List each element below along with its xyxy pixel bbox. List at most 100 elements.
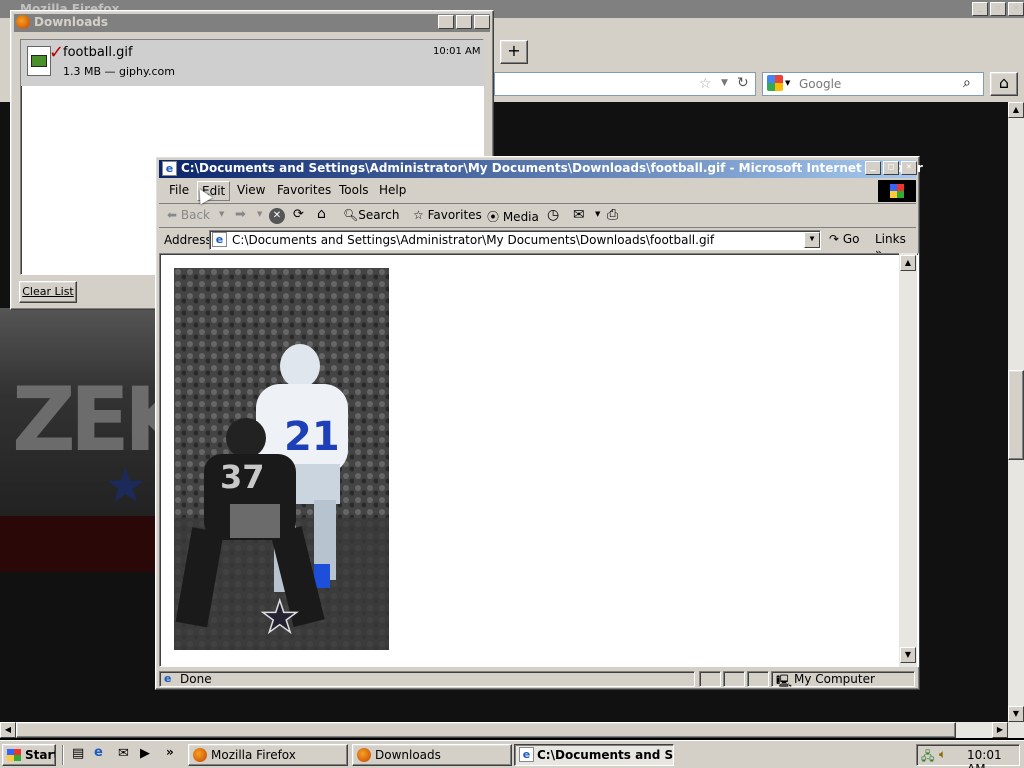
menu-file[interactable]: File [165, 183, 193, 197]
engine-dropdown-icon[interactable]: ▼ [785, 79, 790, 87]
task-firefox[interactable]: Mozilla Firefox [188, 744, 348, 766]
scroll-right-icon[interactable]: ▶ [992, 722, 1008, 738]
ie-window: e C:\Documents and Settings\Administrato… [155, 156, 923, 690]
address-label: Address [164, 233, 212, 247]
mail-icon[interactable]: ✉ [573, 207, 585, 223]
restore-icon[interactable]: ▫ [990, 2, 1006, 16]
search-button[interactable]: 🔍︎Search [343, 208, 399, 222]
network-icon[interactable]: 🖧︎ [921, 747, 934, 768]
status-text: Done [180, 672, 212, 686]
go-label: Go [842, 232, 860, 246]
clear-list-button[interactable]: Clear List [19, 281, 77, 303]
zone-label: My Computer [794, 672, 875, 686]
media-label: Media [502, 210, 539, 224]
windows-flag-icon [7, 749, 21, 761]
home-icon[interactable]: ⌂ [990, 72, 1018, 96]
home-icon[interactable]: ⌂ [317, 206, 326, 222]
downloads-title: Downloads [34, 15, 109, 29]
back-label: Back [180, 208, 211, 222]
dropdown-icon[interactable]: ▼ [721, 78, 728, 88]
ie-page-icon: e [162, 161, 177, 176]
firefox-search-bar[interactable]: ▼ Google ⌕ [762, 72, 984, 96]
google-icon[interactable] [767, 75, 783, 91]
background-poster: ZEK ★ [0, 308, 155, 516]
media-player-icon[interactable]: ▶ [140, 746, 150, 761]
minimize-icon[interactable]: _ [865, 161, 881, 175]
clock[interactable]: 10:01 AM [967, 748, 1019, 768]
firefox-icon [357, 748, 371, 762]
task-ie[interactable]: e C:\Documents and S... [514, 744, 674, 766]
scroll-up-icon[interactable]: ▲ [1008, 102, 1024, 118]
firefox-horizontal-scrollbar[interactable]: ◀ ▶ [0, 722, 1024, 738]
ie-title-bar[interactable]: e C:\Documents and Settings\Administrato… [159, 160, 923, 178]
start-button[interactable]: Start [2, 744, 56, 766]
close-icon[interactable]: ✕ [474, 15, 490, 29]
download-filename: football.gif [63, 45, 133, 60]
downloads-title-bar[interactable]: Downloads _ □ ✕ [14, 14, 490, 32]
task-label: C:\Documents and S... [537, 748, 674, 762]
close-icon[interactable]: ✕ [1008, 2, 1024, 16]
bookmark-star-icon[interactable]: ☆ [699, 76, 712, 92]
separator [62, 745, 64, 765]
maximize-icon[interactable]: □ [883, 161, 899, 175]
scroll-down-icon[interactable]: ▼ [900, 647, 916, 663]
refresh-icon[interactable]: ⟳ [293, 207, 304, 222]
scroll-up-icon[interactable]: ▲ [900, 255, 916, 271]
download-time: 10:01 AM [433, 46, 481, 57]
scroll-down-icon[interactable]: ▼ [1008, 706, 1024, 722]
show-desktop-icon[interactable]: ▤ [72, 746, 84, 761]
ie-address-bar: Address e C:\Documents and Settings\Admi… [159, 227, 916, 260]
page-icon: e [164, 672, 172, 685]
outlook-icon[interactable]: ✉ [118, 746, 129, 761]
firefox-window-controls: _ ▫ ✕ [972, 2, 1024, 16]
back-dropdown-icon[interactable]: ▼ [219, 210, 224, 218]
minimize-icon[interactable]: _ [438, 15, 454, 29]
firefox-icon [16, 15, 30, 29]
football-gif-image: 21 37 ★ [174, 268, 389, 650]
go-button[interactable]: ↷ Go [829, 232, 860, 246]
star-watermark-icon: ★ [260, 592, 299, 643]
mail-dropdown-icon[interactable]: ▼ [595, 210, 600, 218]
forward-dropdown-icon[interactable]: ▼ [257, 210, 262, 218]
menu-favorites[interactable]: Favorites [273, 183, 335, 197]
star-logo-icon: ★ [104, 458, 148, 514]
scroll-thumb[interactable] [1008, 370, 1024, 460]
history-icon[interactable]: ◷ [547, 207, 559, 223]
menu-help[interactable]: Help [375, 183, 410, 197]
defender-jersey-number: 37 [220, 458, 265, 496]
hscroll-thumb[interactable] [16, 722, 956, 738]
favorites-button[interactable]: ☆ Favorites [413, 208, 482, 222]
print-icon[interactable]: ⎙ [607, 207, 618, 223]
ie-menu-bar: File Edit View Favorites Tools Help [159, 179, 916, 201]
media-button[interactable]: ⦿ Media [487, 208, 539, 225]
reload-icon[interactable]: ↻ [737, 75, 749, 91]
links-label: Links [875, 232, 906, 246]
speaker-icon[interactable]: 🔈︎ [939, 747, 946, 762]
ie-vertical-scrollbar[interactable]: ▲ ▼ [899, 253, 917, 667]
firefox-vertical-scrollbar[interactable]: ▲ ▼ [1008, 102, 1024, 722]
minimize-icon[interactable]: _ [972, 2, 988, 16]
task-downloads[interactable]: Downloads [352, 744, 512, 766]
downloads-window-controls: _ □ ✕ [438, 15, 490, 29]
download-item[interactable]: ✓ football.gif 1.3 MB — giphy.com 10:01 … [21, 40, 485, 86]
more-quicklaunch-icon[interactable]: » [166, 745, 174, 759]
stop-icon[interactable]: ✕ [269, 208, 285, 224]
maximize-icon[interactable]: □ [456, 15, 472, 29]
defender-helmet [226, 418, 266, 458]
menu-tools[interactable]: Tools [335, 183, 373, 197]
task-label: Downloads [375, 748, 441, 762]
new-tab-button[interactable]: + [500, 40, 528, 64]
status-cell-empty [699, 671, 721, 687]
ie-status-bar: e Done 🖳︎ My Computer [159, 669, 918, 689]
firefox-url-bar[interactable]: ☆ ▼ ↻ [494, 72, 756, 96]
search-placeholder: Google [799, 77, 842, 91]
magnifier-icon[interactable]: ⌕ [963, 75, 971, 91]
close-icon[interactable]: ✕ [901, 161, 917, 175]
address-dropdown-icon[interactable]: ▼ [804, 232, 820, 248]
menu-view[interactable]: View [233, 183, 269, 197]
ie-quicklaunch-icon[interactable]: e [94, 745, 103, 760]
back-button[interactable]: ⬅ Back [167, 208, 210, 222]
address-input[interactable]: e C:\Documents and Settings\Administrato… [209, 230, 821, 250]
forward-icon[interactable]: ➡ [235, 207, 246, 222]
scroll-left-icon[interactable]: ◀ [0, 722, 16, 738]
